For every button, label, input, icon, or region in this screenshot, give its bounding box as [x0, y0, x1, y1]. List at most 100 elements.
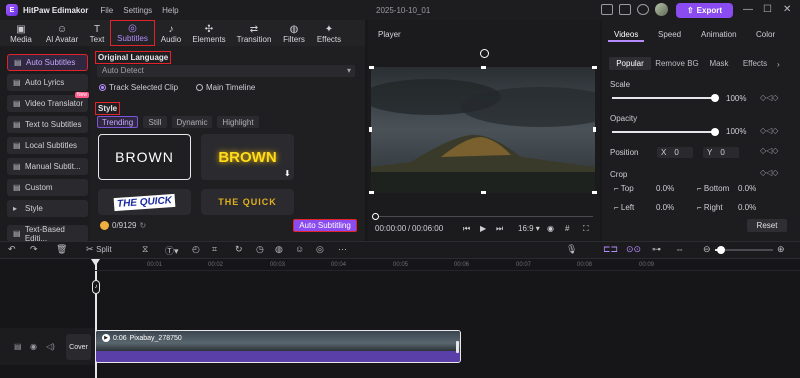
keyframe-icon[interactable]: ◇◁◇ [760, 146, 778, 155]
snapshot-icon[interactable]: ◉ [547, 224, 554, 233]
opacity-knob[interactable] [711, 128, 719, 136]
crop-top[interactable]: ⌐ Top [614, 184, 634, 193]
track-lock-icon[interactable]: ▤ [14, 342, 22, 351]
subtab-remove-bg[interactable]: Remove BG [654, 57, 700, 70]
style-card-brown-glow[interactable]: BROWN [201, 134, 294, 180]
scale-knob[interactable] [711, 94, 719, 102]
grid-icon[interactable]: # [565, 224, 569, 233]
radio-main-timeline[interactable]: Main Timeline [196, 83, 255, 92]
track-audio-icon[interactable]: ◁) [46, 342, 55, 351]
tab-animation[interactable]: Animation [701, 30, 737, 39]
tab-speed[interactable]: Speed [658, 30, 681, 39]
resize-handle[interactable] [592, 191, 597, 194]
mirror-icon[interactable]: ⧖ [142, 244, 148, 255]
tab-subtitles[interactable]: ◎ Subtitles [110, 20, 155, 46]
sidebar-item-auto-lyrics[interactable]: ▤ Auto Lyrics [7, 74, 88, 91]
refresh-icon[interactable]: ↻ [139, 221, 146, 230]
chevron-right-icon[interactable]: › [777, 60, 780, 69]
magnet-icon[interactable]: ⊏⊐ [603, 244, 618, 255]
tab-filters[interactable]: ◍ Filters [282, 20, 306, 46]
menu-help[interactable]: Help [162, 6, 178, 15]
style-card-brown-plain[interactable]: BROWN [98, 134, 191, 180]
reset-button[interactable]: Reset [747, 219, 787, 232]
cover-button[interactable]: Cover [66, 334, 91, 360]
chip-dynamic[interactable]: Dynamic [172, 116, 212, 128]
crop-tool-icon[interactable]: ⌗ [212, 244, 217, 255]
resize-handle[interactable] [369, 191, 374, 194]
language-dropdown[interactable]: Auto Detect ▾ [97, 65, 355, 77]
tab-color[interactable]: Color [756, 30, 775, 39]
keyframe-icon[interactable]: ◇◁◇ [760, 93, 778, 102]
resize-handle[interactable] [593, 127, 596, 132]
tab-text[interactable]: T Text [88, 20, 106, 46]
sidebar-item-custom[interactable]: ▤ Custom [7, 179, 88, 196]
clip-trim-handle[interactable] [456, 341, 459, 353]
menu-settings[interactable]: Settings [123, 6, 152, 15]
keyframe-icon[interactable]: ◇◁◇ [760, 168, 778, 177]
crop-right[interactable]: ⌐ Right [697, 203, 723, 212]
text-tool-icon[interactable]: Ⓣ▾ [165, 244, 179, 257]
scale-value[interactable]: 100% [726, 94, 746, 103]
sidebar-item-style[interactable]: ▸ Style [7, 200, 88, 217]
chip-trending[interactable]: Trending [97, 116, 138, 128]
sidebar-item-text-based-editing[interactable]: ▤ Text-Based Editi... [7, 225, 88, 243]
resize-handle[interactable] [592, 66, 597, 69]
sidebar-item-text-to-subtitles[interactable]: ▤ Text to Subtitles [7, 116, 88, 133]
zoom-knob[interactable] [717, 246, 725, 254]
sticker-icon[interactable]: ☺ [295, 244, 304, 254]
layout-icon[interactable] [601, 4, 613, 15]
maximize-icon[interactable]: ☐ [763, 4, 772, 15]
scrubber-knob[interactable] [372, 213, 379, 220]
music-note-icon[interactable]: ♪ [92, 280, 100, 294]
redo-icon[interactable]: ↷ [30, 244, 38, 255]
video-clip[interactable]: ▶ 0:06 Pixabay_278750 [95, 330, 461, 363]
microphone-icon[interactable]: 🎙 [566, 244, 577, 255]
radio-track-selected[interactable]: Track Selected Clip [99, 83, 178, 92]
scale-slider[interactable] [612, 94, 719, 102]
undo-icon[interactable]: ↶ [8, 244, 16, 255]
tab-ai-avatar[interactable]: ☺ AI Avatar [44, 20, 80, 46]
rotate-handle-icon[interactable] [480, 49, 489, 58]
crop-bottom-value[interactable]: 0.0% [738, 184, 756, 193]
ai-icon[interactable]: ◎ [316, 244, 324, 255]
tab-videos[interactable]: Videos [614, 30, 638, 39]
play-icon[interactable]: ▶ [480, 224, 486, 233]
tab-elements[interactable]: ✣ Elements [192, 20, 226, 46]
position-x-field[interactable]: X0 [657, 147, 693, 158]
style-card-quick-gold[interactable]: THE QUICK [201, 189, 294, 215]
close-icon[interactable]: ✕ [783, 4, 791, 15]
tab-effects[interactable]: ✦ Effects [315, 20, 343, 46]
zoom-slider[interactable] [715, 246, 773, 254]
link-icon[interactable]: ⊙⊙ [626, 244, 641, 255]
fullscreen-icon[interactable]: ⛶ [583, 224, 589, 234]
subtab-mask[interactable]: Mask [705, 57, 733, 70]
auto-subtitling-button[interactable]: Auto Subtitling [293, 219, 357, 232]
minimize-icon[interactable]: — [743, 4, 753, 15]
adjust-icon[interactable]: ◍ [275, 244, 283, 255]
help-icon[interactable] [637, 4, 649, 15]
sidebar-item-auto-subtitles[interactable]: ▤ Auto Subtitles [7, 54, 88, 71]
step-forward-icon[interactable]: ⏭ [496, 224, 503, 234]
crop-top-value[interactable]: 0.0% [656, 184, 674, 193]
fit-icon[interactable]: ⇔ [675, 244, 684, 254]
more-icon[interactable]: ⋯ [338, 244, 347, 255]
resize-handle[interactable] [369, 66, 374, 69]
tab-transition[interactable]: ⇄ Transition [236, 20, 272, 46]
position-y-field[interactable]: Y0 [703, 147, 739, 158]
layout-split-icon[interactable] [619, 4, 631, 15]
crop-left[interactable]: ⌐ Left [614, 203, 634, 212]
chip-still[interactable]: Still [143, 116, 167, 128]
sidebar-item-manual-subtitles[interactable]: ▤ Manual Subtit... [7, 158, 88, 175]
sidebar-item-video-translator[interactable]: ▤ Video Translator New [7, 92, 89, 112]
avatar[interactable] [655, 3, 668, 16]
resize-handle[interactable] [369, 127, 372, 132]
keyframe-icon[interactable]: ◇◁◇ [760, 126, 778, 135]
speed-icon[interactable]: ◴ [192, 244, 200, 255]
crop-left-value[interactable]: 0.0% [656, 203, 674, 212]
step-back-icon[interactable]: ⏮ [463, 224, 470, 234]
resize-handle[interactable] [481, 66, 486, 69]
playback-scrubber[interactable] [375, 216, 593, 217]
tab-media[interactable]: ▣ Media [10, 20, 32, 46]
crop-bottom[interactable]: ⌐ Bottom [697, 184, 729, 193]
rotate-icon[interactable]: ↻ [235, 244, 243, 255]
